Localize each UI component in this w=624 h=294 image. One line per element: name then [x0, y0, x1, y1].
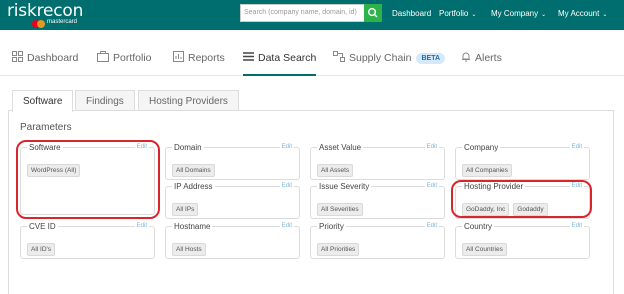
tab-software[interactable]: Software	[12, 90, 74, 112]
portfolio-icon	[97, 51, 109, 62]
mastercard-label: mastercard	[47, 19, 78, 25]
param-company[interactable]: Company Edit All Companies	[455, 143, 590, 180]
filter-chip: All Assets	[317, 164, 354, 177]
search-button[interactable]	[364, 4, 382, 22]
chevron-down-icon: ⌄	[471, 12, 477, 18]
beta-badge: BETA	[416, 53, 446, 64]
software-highlight-outline	[16, 140, 160, 219]
search-icon	[367, 7, 378, 18]
chevron-down-icon: ⌄	[602, 12, 608, 18]
param-hostname[interactable]: Hostname Edit All Hosts	[165, 222, 300, 259]
tab-hosting-providers[interactable]: Hosting Providers	[138, 90, 239, 111]
nav-data-search[interactable]: Data Search	[243, 51, 317, 76]
edit-link[interactable]: Edit	[424, 223, 439, 229]
param-asset-value[interactable]: Asset Value Edit All Assets	[310, 143, 445, 180]
chevron-down-icon: ⌄	[541, 12, 547, 18]
supply-chain-icon	[333, 51, 345, 62]
nav-portfolio[interactable]: Portfolio	[97, 51, 152, 76]
top-bar: riskrecon mastercard Search (company nam…	[0, 0, 624, 30]
main-nav: Dashboard Portfolio Reports Data Search …	[0, 44, 624, 76]
param-ip-address[interactable]: IP Address Edit All IPs	[165, 182, 300, 219]
topnav-portfolio[interactable]: Portfolio ⌄	[439, 9, 476, 18]
nav-dashboard[interactable]: Dashboard	[12, 51, 78, 76]
filter-chip: All Priorities	[317, 243, 360, 256]
edit-link[interactable]: Edit	[569, 144, 584, 150]
param-domain[interactable]: Domain Edit All Domains	[165, 143, 300, 180]
edit-link[interactable]: Edit	[279, 223, 294, 229]
edit-link[interactable]: Edit	[279, 144, 294, 150]
filter-chip: All Severities	[317, 203, 363, 216]
bell-icon	[462, 52, 470, 62]
hosting-provider-highlight-outline	[451, 180, 592, 218]
filter-chip: All Domains	[172, 164, 215, 177]
parameters-heading: Parameters	[20, 122, 72, 133]
edit-link[interactable]: Edit	[134, 223, 149, 229]
edit-link[interactable]: Edit	[424, 183, 439, 189]
data-search-icon	[243, 52, 254, 61]
nav-alerts[interactable]: Alerts	[461, 51, 502, 76]
param-country[interactable]: Country Edit All Countries	[455, 222, 590, 259]
reports-icon	[173, 51, 184, 62]
filter-chip: All Countries	[462, 243, 507, 256]
filter-chip: All Hosts	[172, 243, 206, 256]
topnav-dashboard[interactable]: Dashboard	[392, 9, 431, 18]
filter-chip: All ID's	[27, 243, 56, 256]
nav-supply-chain[interactable]: Supply Chain BETA	[333, 51, 446, 76]
topnav-my-company[interactable]: My Company ⌄	[491, 9, 546, 18]
param-priority[interactable]: Priority Edit All Priorities	[310, 222, 445, 259]
tab-findings[interactable]: Findings	[75, 90, 135, 111]
riskrecon-logo[interactable]: riskrecon	[7, 1, 83, 21]
search-input[interactable]: Search (company name, domain, id)	[240, 4, 364, 22]
topnav-my-account[interactable]: My Account ⌄	[558, 9, 607, 18]
dashboard-icon	[12, 51, 23, 62]
edit-link[interactable]: Edit	[569, 223, 584, 229]
filter-chip: All IPs	[172, 203, 199, 216]
nav-reports[interactable]: Reports	[173, 51, 225, 76]
edit-link[interactable]: Edit	[424, 144, 439, 150]
param-issue-severity[interactable]: Issue Severity Edit All Severities	[310, 182, 445, 219]
filter-chip: All Companies	[462, 164, 512, 177]
edit-link[interactable]: Edit	[279, 183, 294, 189]
mastercard-logo-icon	[32, 20, 46, 28]
param-cve-id[interactable]: CVE ID Edit All ID's	[20, 222, 155, 259]
